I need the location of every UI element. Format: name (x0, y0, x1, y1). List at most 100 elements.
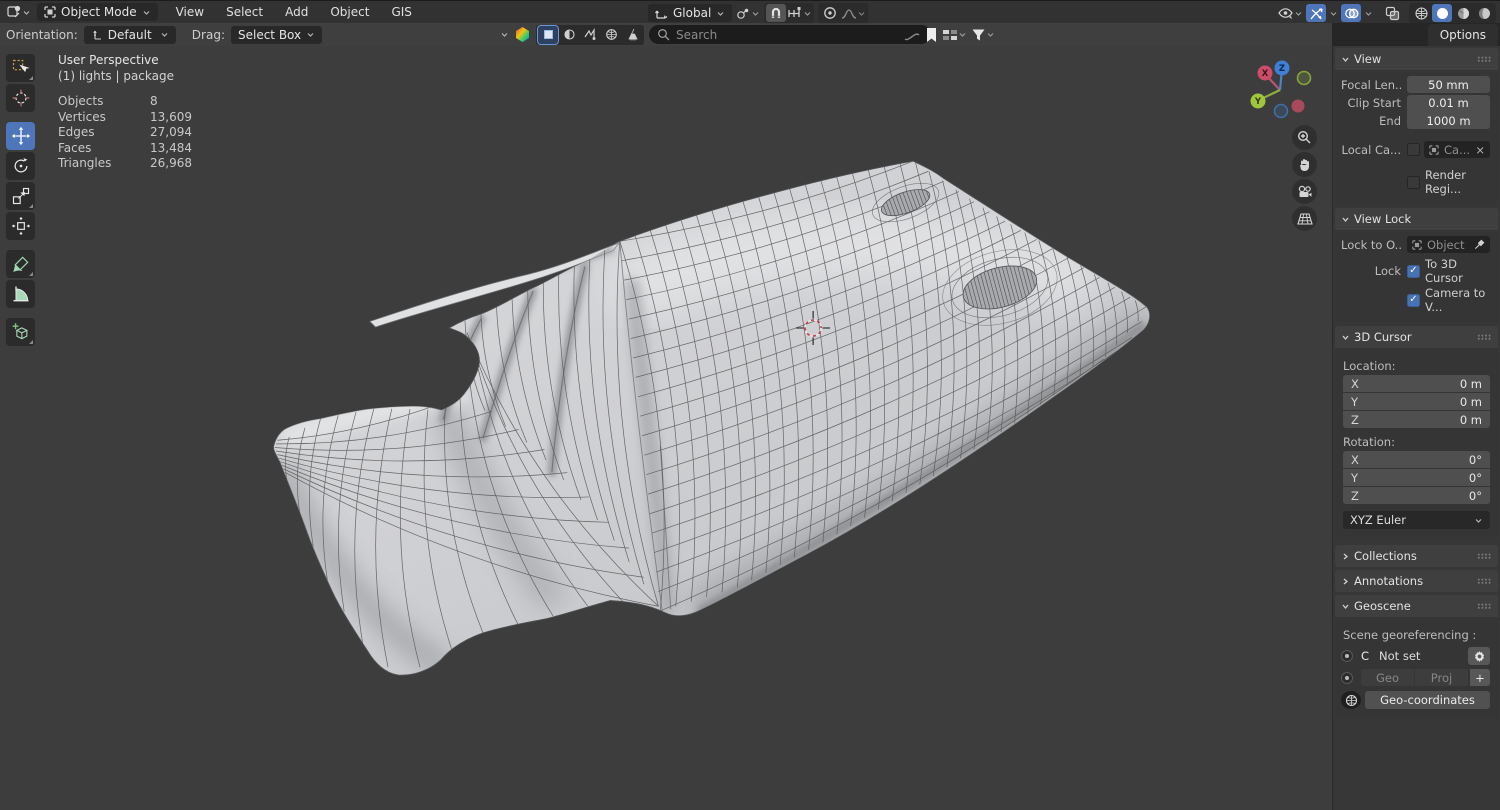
clean-tool-button[interactable] (622, 26, 642, 44)
tool-cursor[interactable] (6, 84, 35, 112)
gizmo-axis-y-neg[interactable] (1298, 72, 1311, 85)
tool-measure[interactable] (6, 280, 35, 308)
search-field[interactable] (649, 25, 931, 44)
section-geoscene-header[interactable]: Geoscene (1335, 595, 1498, 617)
tool-scale[interactable] (6, 182, 35, 210)
panel-grip[interactable] (1477, 578, 1492, 584)
orientation-default-dropdown[interactable]: Default (84, 26, 176, 44)
3d-viewport-canvas[interactable] (0, 46, 1332, 810)
snap-target-button[interactable] (736, 4, 760, 22)
select-mode-circle-button[interactable] (559, 26, 579, 44)
proj-radio[interactable] (1341, 672, 1353, 684)
cursor-rot-x-field[interactable]: X0° (1343, 451, 1490, 468)
proj-button[interactable]: Proj (1415, 669, 1468, 686)
geo-button[interactable]: Geo (1361, 669, 1414, 686)
perspective-toggle-button[interactable] (1292, 206, 1317, 231)
camera-to-view-checkbox[interactable]: ✓ (1407, 294, 1420, 307)
display-mode-button[interactable] (942, 26, 967, 44)
crs-settings-button[interactable] (1468, 647, 1490, 665)
tool-annotate[interactable] (6, 250, 35, 278)
navigation-gizmo[interactable]: X Z Y (1243, 56, 1319, 126)
cursor-loc-z-field[interactable]: Z0 m (1343, 411, 1490, 428)
tool-rotate[interactable] (6, 152, 35, 180)
snap-with-button[interactable] (787, 4, 812, 22)
chevron-down-icon (142, 8, 151, 17)
clip-end-field[interactable]: 1000 m (1407, 112, 1490, 129)
chevron-down-icon[interactable] (1364, 9, 1373, 18)
geo-coordinates-button[interactable]: Geo-coordinates (1365, 691, 1490, 709)
menu-select[interactable]: Select (216, 1, 273, 23)
menu-add[interactable]: Add (275, 1, 318, 23)
pan-button[interactable] (1292, 152, 1317, 177)
clip-start-field[interactable]: 0.01 m (1407, 95, 1490, 112)
crs-radio[interactable] (1341, 650, 1353, 662)
object-type-visibility-button[interactable] (1277, 4, 1303, 22)
spline-icon[interactable] (903, 28, 921, 42)
lock-3d-cursor-checkbox[interactable]: ✓ (1407, 265, 1420, 278)
section-view-header[interactable]: View (1335, 48, 1498, 70)
filter-button[interactable] (971, 26, 995, 44)
euler-order-dropdown[interactable]: XYZ Euler (1343, 511, 1490, 529)
transform-orientation-dropdown[interactable]: Global (648, 4, 732, 22)
chevron-down-icon[interactable] (500, 30, 509, 39)
lock-object-field[interactable]: Object (1407, 236, 1490, 253)
geo-globe-button[interactable] (1341, 691, 1361, 709)
menu-gis[interactable]: GIS (381, 1, 421, 23)
select-mode-box-button[interactable] (538, 26, 558, 44)
search-input[interactable] (676, 28, 923, 42)
close-icon[interactable]: × (1475, 143, 1485, 157)
section-3d-cursor-header[interactable]: 3D Cursor (1335, 326, 1498, 348)
menu-object[interactable]: Object (320, 1, 379, 23)
shading-material-button[interactable] (1453, 4, 1473, 22)
gizmo-axis-x-neg[interactable] (1292, 100, 1305, 113)
panel-grip[interactable] (1477, 603, 1492, 609)
section-view-lock-header[interactable]: View Lock (1335, 208, 1498, 230)
viewport-overlay-text: User Perspective (1) lights | package Ob… (58, 53, 192, 172)
focal-length-field[interactable]: 50 mm (1407, 76, 1490, 93)
eyedropper-icon[interactable] (1474, 239, 1485, 250)
overlays-toggle-button[interactable] (1341, 4, 1361, 22)
render-region-checkbox[interactable] (1407, 176, 1420, 189)
cursor-rot-y-field[interactable]: Y0° (1343, 469, 1490, 486)
local-camera-field[interactable]: Ca... × (1424, 141, 1490, 158)
select-mode-lasso-button[interactable] (580, 26, 600, 44)
tool-transform[interactable] (6, 212, 35, 240)
add-crs-button[interactable]: + (1470, 669, 1490, 686)
tool-add-cube[interactable] (6, 318, 35, 346)
cursor-loc-y-field[interactable]: Y0 m (1343, 393, 1490, 410)
panel-grip[interactable] (1477, 553, 1492, 559)
shading-rendered-button[interactable] (1474, 4, 1494, 22)
menu-view[interactable]: View (166, 1, 214, 23)
orientation-axes-icon (655, 7, 668, 20)
chevron-right-icon (1341, 577, 1350, 586)
falloff-dropdown[interactable] (841, 4, 866, 22)
local-camera-checkbox[interactable] (1407, 143, 1420, 156)
gizmos-toggle-button[interactable] (1306, 4, 1326, 22)
camera-view-button[interactable] (1292, 179, 1317, 204)
tool-move[interactable] (6, 122, 35, 150)
panel-grip[interactable] (1477, 334, 1492, 340)
shading-solid-button[interactable] (1432, 4, 1452, 22)
material-hexagon-icon[interactable] (514, 26, 531, 43)
xray-toggle-button[interactable] (1382, 4, 1402, 22)
panel-grip[interactable] (1477, 56, 1492, 62)
zoom-button[interactable] (1292, 125, 1317, 150)
georeferencing-label: Scene georeferencing : (1343, 628, 1490, 642)
cursor-loc-x-field[interactable]: X0 m (1343, 375, 1490, 392)
section-collections-header[interactable]: Collections (1335, 545, 1498, 567)
bookmark-icon[interactable] (925, 27, 938, 43)
globe-tool-button[interactable] (601, 26, 621, 44)
shading-wireframe-button[interactable] (1411, 4, 1431, 22)
options-tab[interactable]: Options (1428, 24, 1498, 46)
section-geoscene-title: Geoscene (1354, 599, 1411, 613)
drag-mode-dropdown[interactable]: Select Box (231, 26, 322, 44)
proportional-editing-button[interactable] (820, 4, 840, 22)
editor-type-button[interactable] (6, 3, 31, 21)
tool-select-box[interactable] (6, 54, 35, 82)
section-annotations-header[interactable]: Annotations (1335, 570, 1498, 592)
cursor-rot-z-field[interactable]: Z0° (1343, 487, 1490, 504)
snap-toggle-button[interactable] (766, 4, 786, 22)
mode-dropdown[interactable]: Object Mode (37, 3, 158, 21)
chevron-down-icon[interactable] (1329, 9, 1338, 18)
gizmo-axis-z-neg[interactable] (1275, 105, 1288, 118)
